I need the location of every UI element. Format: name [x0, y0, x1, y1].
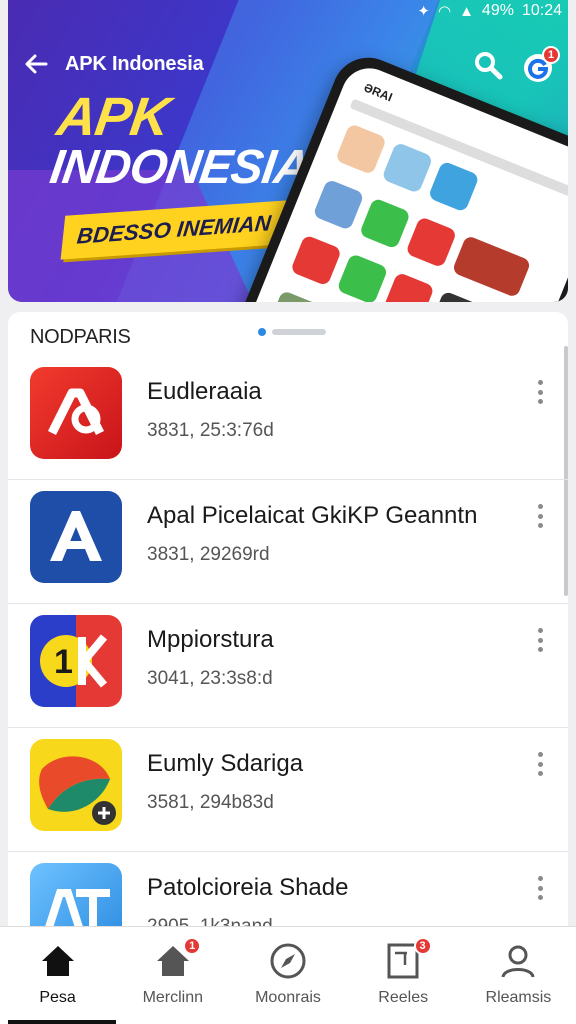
- clock: 10:24: [521, 2, 562, 19]
- adobe-style-icon: [30, 367, 122, 459]
- letter-k-icon: 1: [30, 615, 122, 707]
- leaf-icon: [30, 739, 122, 831]
- app-list-item[interactable]: Eumly Sdariga 3581, 294b83d: [8, 728, 568, 852]
- hero-ribbon-text: BDESSO INEMIAN: [75, 210, 273, 249]
- nav-label: Moonrais: [255, 989, 321, 1006]
- nav-item-profile[interactable]: Rleamsis: [461, 927, 576, 1024]
- app-list: Eudleraaia 3831, 25:3:76d Apal Picelaica…: [8, 356, 568, 972]
- nav-label: Pesa: [39, 989, 76, 1006]
- carousel-dot: [272, 329, 326, 335]
- more-options-icon[interactable]: [528, 378, 552, 406]
- app-name: Apal Picelaicat GkiKP Geanntn: [147, 502, 478, 529]
- nav-item-store[interactable]: 1 Merclinn: [115, 927, 230, 1024]
- hero-title-line2: INDONESIA: [46, 141, 312, 194]
- hero-title-line1: APK: [53, 87, 173, 147]
- battery-level: 49%: [481, 2, 514, 19]
- app-meta: 3831, 25:3:76d: [147, 420, 274, 441]
- wifi-icon: ◠: [437, 3, 452, 20]
- back-arrow-icon[interactable]: [22, 50, 50, 78]
- bottom-navigation: Pesa 1 Merclinn Moonrais 3 Reeles Rleams…: [0, 926, 576, 1024]
- carousel-dot-active: [258, 328, 266, 336]
- profile-icon: [501, 945, 535, 978]
- app-list-item[interactable]: Eudleraaia 3831, 25:3:76d: [8, 356, 568, 480]
- active-tab-indicator: [8, 1020, 116, 1024]
- home-icon: [41, 946, 74, 976]
- hero-banner: APK Indonesia 1 APK INDONESIA BDESSO INE…: [8, 0, 568, 302]
- compass-icon: [270, 943, 306, 979]
- app-meta: 3041, 23:3s8:d: [147, 668, 273, 689]
- account-badge: 1: [542, 46, 560, 64]
- nav-item-home[interactable]: Pesa: [0, 927, 115, 1024]
- notification-badge: 3: [413, 937, 432, 955]
- app-list-card: NODPARIS Eudleraaia 3831, 25:3:76d Apal …: [8, 312, 568, 972]
- nav-label: Reeles: [378, 989, 429, 1006]
- page-title: APK Indonesia: [65, 53, 204, 75]
- app-name: Patolcioreia Shade: [147, 874, 349, 901]
- status-bar: ✦ ◠ ▲ 49% 10:24: [0, 0, 576, 22]
- phone-screen-header: ƏRAI: [361, 80, 395, 105]
- letter-a-icon: [30, 491, 122, 583]
- more-options-icon[interactable]: [528, 874, 552, 902]
- nav-item-explore[interactable]: Moonrais: [230, 927, 345, 1024]
- svg-text:1: 1: [54, 643, 73, 681]
- app-name: Eumly Sdariga: [147, 750, 304, 777]
- more-options-icon[interactable]: [528, 502, 552, 530]
- more-options-icon[interactable]: [528, 626, 552, 654]
- top-app-bar: APK Indonesia 1: [8, 44, 568, 84]
- notification-badge: 1: [183, 937, 202, 955]
- hero-title: APK INDONESIA: [46, 87, 319, 194]
- app-meta: 3581, 294b83d: [147, 792, 274, 813]
- app-list-item[interactable]: Apal Picelaicat GkiKP Geanntn 3831, 2926…: [8, 480, 568, 604]
- search-icon[interactable]: [472, 49, 504, 81]
- app-name: Mppiorstura: [147, 626, 274, 653]
- carousel-indicator: [258, 328, 326, 336]
- account-button[interactable]: 1: [520, 46, 560, 84]
- section-title: NODPARIS: [30, 326, 131, 348]
- nav-label: Rleamsis: [485, 989, 552, 1006]
- more-options-icon[interactable]: [528, 750, 552, 778]
- app-name: Eudleraaia: [147, 378, 262, 405]
- nav-item-reels[interactable]: 3 Reeles: [346, 927, 461, 1024]
- signal-icon: ▲: [459, 2, 474, 20]
- app-list-item[interactable]: 1 Mppiorstura 3041, 23:3s8:d: [8, 604, 568, 728]
- nav-label: Merclinn: [142, 989, 204, 1006]
- notification-icon: ✦: [417, 3, 430, 20]
- app-meta: 3831, 29269rd: [147, 544, 270, 565]
